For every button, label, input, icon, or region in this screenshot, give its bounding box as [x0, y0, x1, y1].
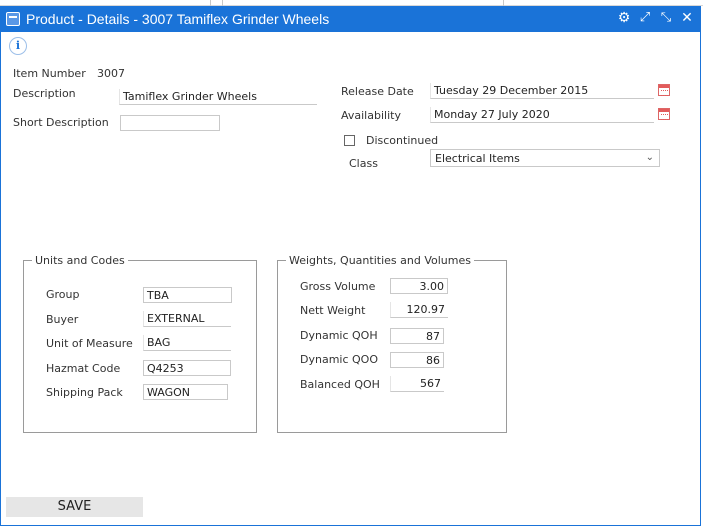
units-and-codes-legend: Units and Codes: [35, 254, 125, 267]
release-date-field[interactable]: Tuesday 29 December 2015: [430, 83, 654, 99]
unit-of-measure-label: Unit of Measure: [46, 337, 133, 350]
gear-icon[interactable]: ⚙: [616, 10, 632, 26]
dynamic-qoo-label: Dynamic QOO: [300, 353, 378, 366]
short-description-label: Short Description: [13, 116, 109, 129]
dynamic-qoo-field[interactable]: 86: [390, 352, 444, 368]
group-field[interactable]: TBA: [143, 287, 232, 303]
nett-weight-label: Nett Weight: [300, 304, 366, 317]
collapse-icon[interactable]: ⤡: [658, 10, 674, 26]
release-date-label: Release Date: [341, 85, 414, 98]
item-number-label: Item Number: [13, 67, 86, 80]
class-label: Class: [349, 157, 378, 170]
discontinued-label: Discontinued: [366, 134, 439, 147]
title-bar: Product - Details - 3007 Tamiflex Grinde…: [0, 6, 701, 32]
dynamic-qoh-label: Dynamic QOH: [300, 329, 378, 342]
buyer-field[interactable]: EXTERNAL: [143, 311, 231, 327]
gross-volume-field[interactable]: 3.00: [390, 278, 448, 294]
close-icon[interactable]: ✕: [679, 10, 695, 26]
shipping-pack-label: Shipping Pack: [46, 386, 123, 399]
info-icon[interactable]: i: [9, 37, 27, 55]
calendar-icon[interactable]: [658, 108, 670, 120]
window-icon: [6, 12, 20, 26]
short-description-field[interactable]: [120, 115, 220, 131]
nett-weight-field[interactable]: 120.97: [390, 302, 448, 318]
description-field[interactable]: Tamiflex Grinder Wheels: [119, 89, 317, 105]
hazmat-code-field[interactable]: Q4253: [143, 360, 231, 376]
expand-icon[interactable]: ⤢: [637, 10, 653, 26]
balanced-qoh-label: Balanced QOH: [300, 378, 380, 391]
window-title: Product - Details - 3007 Tamiflex Grinde…: [26, 11, 330, 27]
calendar-icon[interactable]: [658, 84, 670, 96]
weights-legend: Weights, Quantities and Volumes: [289, 254, 471, 267]
shipping-pack-field[interactable]: WAGON: [143, 384, 228, 400]
buyer-label: Buyer: [46, 313, 79, 326]
class-select-value: Electrical Items: [435, 152, 520, 165]
class-select[interactable]: Electrical Items ⌄: [430, 149, 660, 167]
availability-label: Availability: [341, 109, 401, 122]
item-number-value: 3007: [97, 67, 125, 80]
availability-field[interactable]: Monday 27 July 2020: [430, 107, 654, 123]
save-button[interactable]: SAVE: [6, 497, 143, 517]
dynamic-qoh-field[interactable]: 87: [390, 328, 444, 344]
discontinued-checkbox[interactable]: [344, 135, 355, 146]
unit-of-measure-field[interactable]: BAG: [143, 335, 231, 351]
group-label: Group: [46, 288, 80, 301]
hazmat-code-label: Hazmat Code: [46, 362, 121, 375]
chevron-down-icon: ⌄: [645, 152, 654, 163]
balanced-qoh-field[interactable]: 567: [390, 376, 444, 392]
gross-volume-label: Gross Volume: [300, 280, 376, 293]
description-label: Description: [13, 87, 76, 100]
